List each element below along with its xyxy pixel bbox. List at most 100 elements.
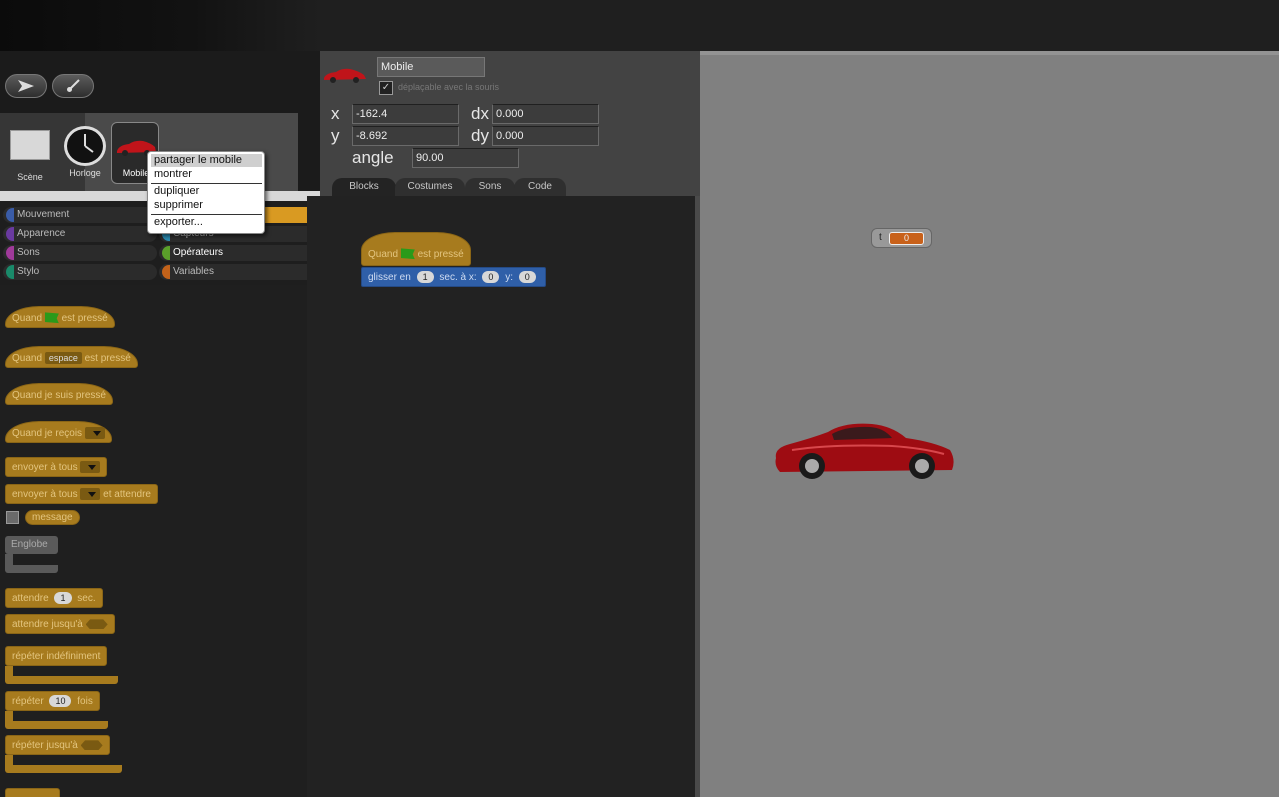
clock-hands-icon (84, 134, 94, 153)
number-slot[interactable]: 1 (416, 271, 434, 283)
green-flag-icon (44, 312, 59, 324)
y-field[interactable]: -8.692 (352, 126, 459, 146)
message-dropdown[interactable] (80, 488, 101, 501)
wait-seconds-block[interactable]: attendre 1 sec. (5, 588, 103, 608)
y-slot[interactable]: 0 (518, 271, 536, 283)
menu-item-partager[interactable]: partager le mobile (151, 154, 262, 167)
category-mouvement[interactable]: Mouvement (3, 207, 157, 223)
wait-until-block[interactable]: attendre jusqu'à (5, 614, 115, 634)
message-dropdown[interactable] (80, 461, 101, 474)
menu-item-exporter[interactable]: exporter... (151, 216, 262, 229)
clock-icon[interactable] (64, 126, 106, 166)
paint-button[interactable] (52, 74, 94, 98)
stage-label: Scène (17, 172, 43, 182)
boolean-slot[interactable] (85, 619, 108, 630)
block-text: Quand je suis pressé (12, 390, 106, 401)
variables-color-dot (162, 265, 170, 279)
repeat-until-base (5, 765, 122, 773)
dx-field[interactable]: 0.000 (492, 104, 599, 124)
car-thumbnail-icon (324, 68, 366, 83)
stage-thumbnail[interactable] (10, 130, 50, 160)
block-text: Quand je reçois (12, 428, 83, 439)
category-sons[interactable]: Sons (3, 245, 157, 261)
category-variables[interactable]: Variables (159, 264, 315, 280)
glide-block[interactable]: glisser en 1 sec. à x: 0 y: 0 (361, 267, 546, 287)
forever-arm (5, 666, 13, 676)
forever-block[interactable]: répéter indéfiniment (5, 646, 108, 666)
x-slot[interactable]: 0 (482, 271, 500, 283)
category-label: Stylo (17, 266, 40, 277)
sprite-name-input[interactable]: Mobile (377, 57, 485, 77)
top-bar (0, 0, 1279, 51)
category-label: Apparence (17, 228, 66, 239)
block-text: fois (77, 696, 93, 707)
block-text: message (32, 512, 73, 523)
block-text: est pressé (417, 249, 464, 260)
block-text: Quand (368, 249, 399, 260)
boolean-slot[interactable] (80, 740, 103, 751)
category-stylo[interactable]: Stylo (3, 264, 157, 280)
block-text: Englobe (11, 539, 48, 550)
when-key-pressed-block[interactable]: Quand espace est pressé (5, 346, 138, 368)
sprite-context-menu: partager le mobile montrer dupliquer sup… (147, 151, 265, 234)
block-text: sec. à x: (439, 272, 477, 283)
number-slot[interactable]: 1 (54, 592, 72, 604)
watcher-value: 0 (889, 232, 924, 245)
clock-label: Horloge (69, 168, 101, 178)
menu-separator (151, 214, 262, 215)
repeat-until-arm (5, 755, 13, 765)
block-text: envoyer à tous (12, 462, 78, 473)
script-when-flag-block[interactable]: Quand est pressé (361, 232, 471, 266)
repeat-until-block[interactable]: répéter jusqu'à (5, 735, 110, 755)
angle-label: angle (352, 148, 394, 167)
when-sprite-clicked-block[interactable]: Quand je suis pressé (5, 383, 113, 405)
number-slot[interactable]: 10 (49, 695, 72, 707)
tab-code[interactable]: Code (514, 178, 566, 196)
message-reporter[interactable]: message (25, 510, 80, 525)
broadcast-block[interactable]: envoyer à tous (5, 457, 108, 477)
dy-field[interactable]: 0.000 (492, 126, 599, 146)
x-field[interactable]: -162.4 (352, 104, 459, 124)
variable-watcher[interactable]: t0 (871, 228, 932, 248)
dy-label: dy (471, 126, 489, 145)
block-text: attendre jusqu'à (12, 619, 83, 630)
tab-costumes[interactable]: Costumes (395, 178, 465, 196)
message-checkbox[interactable] (6, 511, 19, 524)
key-dropdown[interactable]: espace (44, 352, 82, 364)
paintbrush-icon (67, 79, 80, 92)
angle-field[interactable]: 90.00 (412, 148, 519, 168)
englobe-block[interactable]: Englobe (5, 536, 58, 554)
watcher-label: t (879, 232, 882, 243)
broadcast-and-wait-block[interactable]: envoyer à tous et attendre (5, 484, 158, 504)
repeat-base (5, 721, 108, 729)
car-sprite[interactable] (772, 420, 956, 482)
repeat-block[interactable]: répéter 10 fois (5, 691, 100, 711)
block-text: envoyer à tous (12, 489, 78, 500)
block-text: répéter jusqu'à (12, 740, 78, 751)
menu-item-dupliquer[interactable]: dupliquer (151, 185, 262, 198)
category-operateurs[interactable]: Opérateurs (159, 245, 315, 261)
tab-blocks[interactable]: Blocks (332, 178, 396, 196)
message-dropdown[interactable] (84, 427, 105, 440)
repeat-arm (5, 711, 13, 721)
if-block-partial[interactable] (5, 788, 60, 797)
tab-sons[interactable]: Sons (465, 178, 515, 196)
arrow-icon (18, 80, 34, 92)
block-text: sec. (77, 593, 96, 604)
when-i-receive-block[interactable]: Quand je reçois (5, 421, 112, 443)
when-flag-clicked-block[interactable]: Quand est pressé (5, 306, 115, 328)
category-apparence[interactable]: Apparence (3, 226, 157, 242)
green-flag-icon (400, 248, 415, 260)
menu-item-montrer[interactable]: montrer (151, 168, 262, 181)
menu-item-supprimer[interactable]: supprimer (151, 199, 262, 212)
arrow-button[interactable] (5, 74, 47, 98)
draggable-checkbox[interactable]: ✓ (379, 81, 393, 95)
block-text: et attendre (103, 489, 151, 500)
block-palette: Quand est pressé Quand espace est pressé… (0, 285, 307, 797)
mouvement-color-dot (6, 208, 14, 222)
apparence-color-dot (6, 227, 14, 241)
sons-color-dot (6, 246, 14, 260)
draggable-label: déplaçable avec la souris (398, 82, 500, 92)
block-text: répéter (12, 696, 44, 707)
dx-label: dx (471, 104, 489, 123)
